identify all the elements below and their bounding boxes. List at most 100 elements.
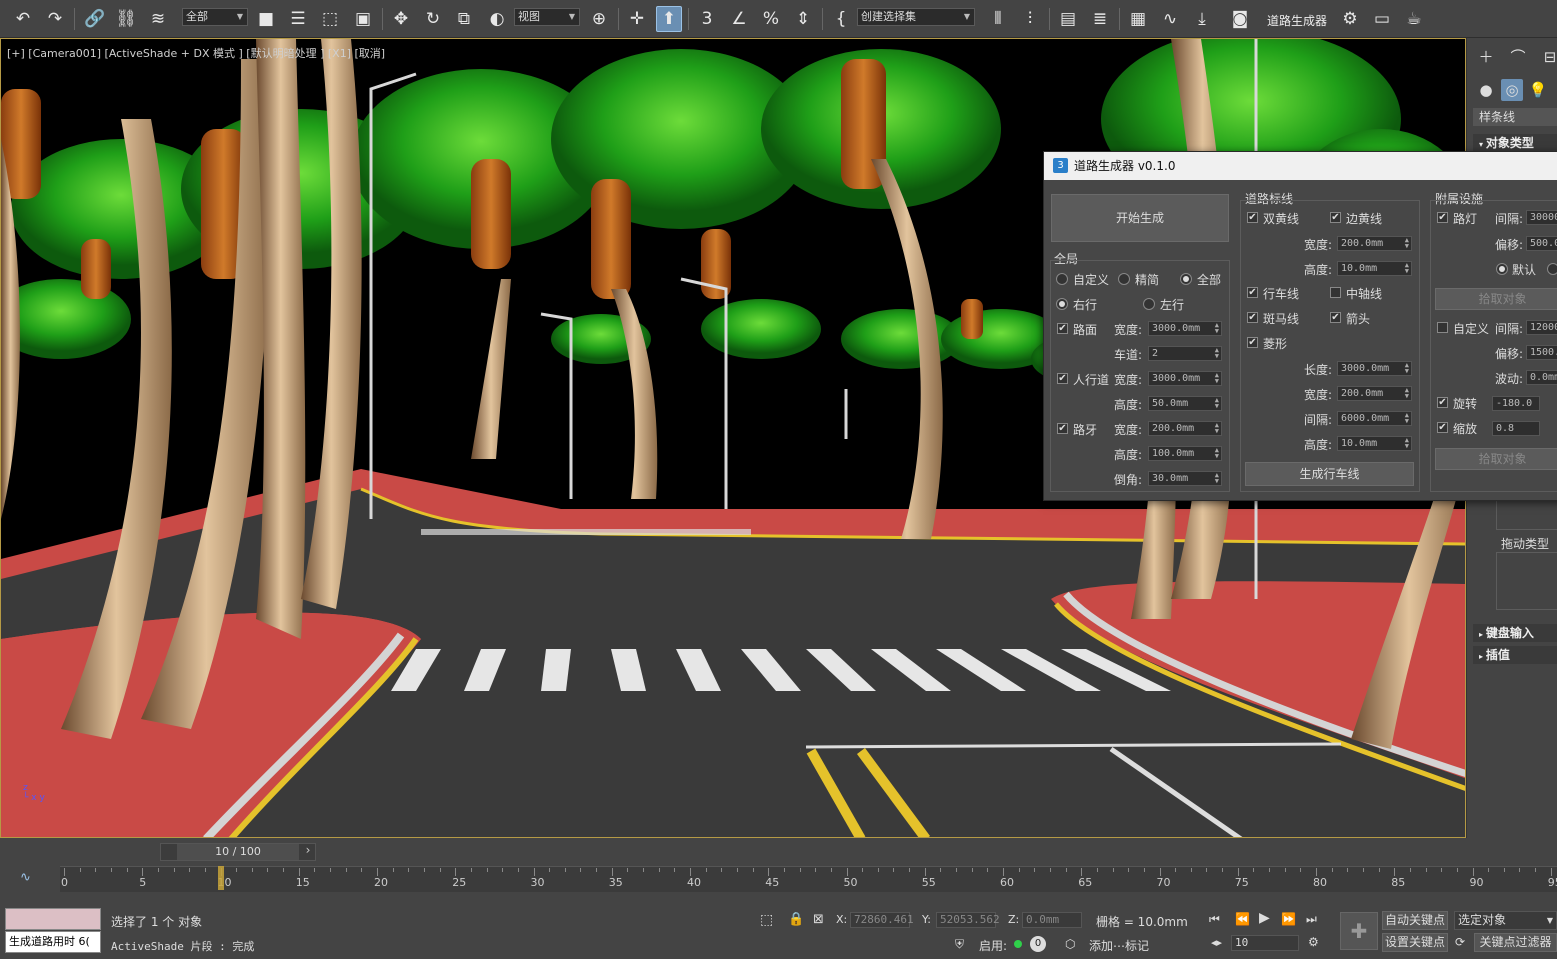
go-to-end-icon[interactable]: ⏭	[1306, 912, 1317, 927]
spinner-arrows-icon[interactable]: ▲ ▼	[1405, 237, 1409, 250]
custom-facility-checkbox[interactable]	[1437, 322, 1448, 333]
radio-default-light[interactable]	[1496, 263, 1508, 275]
rollout-keyboard-input[interactable]: ▸ 键盘输入	[1473, 624, 1557, 642]
next-frame-icon[interactable]: ⏩	[1281, 912, 1296, 926]
lanes-spinner[interactable]: 2 ▲ ▼	[1148, 346, 1222, 361]
category-dropdown[interactable]: 样条线	[1473, 108, 1557, 126]
time-tag-icon[interactable]: ⬡	[1065, 937, 1075, 951]
time-configuration-icon[interactable]: ⚙	[1308, 935, 1319, 949]
curve-editor-icon[interactable]: ∿	[1157, 6, 1183, 32]
spinner-arrows-icon[interactable]: ▲ ▼	[1215, 347, 1219, 360]
align-icon[interactable]: ⫶	[1017, 6, 1043, 32]
snap-toggle-icon[interactable]: 3	[694, 6, 720, 32]
isolate-selection-icon[interactable]: ⬚	[760, 912, 773, 928]
spinner-arrows-icon[interactable]: ▲ ▼	[1405, 262, 1409, 275]
material-editor-icon[interactable]: ◙	[1227, 6, 1253, 32]
spinner-arrows-icon[interactable]: ▲ ▼	[1215, 397, 1219, 410]
center-axis-checkbox[interactable]	[1330, 287, 1341, 298]
spinner-arrows-icon[interactable]: ▲ ▼	[1215, 322, 1219, 335]
schematic-view-icon[interactable]: ⤓	[1189, 6, 1215, 32]
sidewalk-width-spinner[interactable]: 3000.0mm ▲ ▼	[1148, 371, 1222, 386]
unlink-icon[interactable]: ⛓	[113, 6, 139, 32]
edge-yellow-checkbox[interactable]: ✔	[1330, 212, 1341, 223]
arrow-checkbox[interactable]: ✔	[1330, 312, 1341, 323]
streetlight-offset-spinner[interactable]: 500.0	[1526, 236, 1557, 251]
rotate-checkbox[interactable]: ✔	[1437, 397, 1448, 408]
spinner-arrows-icon[interactable]: ▲ ▼	[1215, 447, 1219, 460]
lane-line-checkbox[interactable]: ✔	[1247, 287, 1258, 298]
marking-height-spinner[interactable]: 10.0mm ▲ ▼	[1337, 261, 1412, 276]
pick-object-button[interactable]: 拾取对象	[1435, 288, 1557, 310]
spinner-arrows-icon[interactable]: ▲ ▼	[1215, 472, 1219, 485]
curb-height-spinner[interactable]: 100.0mm ▲ ▼	[1148, 446, 1222, 461]
road-width-spinner[interactable]: 3000.0mm ▲ ▼	[1148, 321, 1222, 336]
radio-right-hand[interactable]	[1056, 298, 1068, 310]
modify-tab-icon[interactable]: ⌒	[1507, 46, 1529, 68]
radio-all[interactable]	[1180, 273, 1192, 285]
angle-snap-icon[interactable]: ∠	[726, 6, 752, 32]
dialog-title-bar[interactable]: 3 道路生成器 v0.1.0	[1044, 152, 1557, 180]
absolute-mode-icon[interactable]: ⊠	[813, 912, 824, 927]
sidewalk-checkbox[interactable]: ✔	[1057, 373, 1068, 384]
key-mode-icon[interactable]: ◂▸	[1211, 936, 1222, 949]
key-filters-button[interactable]: 关键点过滤器	[1474, 933, 1557, 952]
diamond-gap-spinner[interactable]: 6000.0mm ▲ ▼	[1337, 411, 1412, 426]
scale-checkbox[interactable]: ✔	[1437, 422, 1448, 433]
lights-icon[interactable]: 💡	[1527, 79, 1549, 101]
move-icon[interactable]: ✥	[388, 6, 414, 32]
layer-explorer-icon[interactable]: ▤	[1055, 6, 1081, 32]
start-generate-button[interactable]: 开始生成	[1051, 194, 1229, 242]
bind-spacewarp-icon[interactable]: ≋	[145, 6, 171, 32]
rectangular-selection-icon[interactable]: ⬚	[317, 6, 343, 32]
rendered-frame-window-icon[interactable]: ▭	[1369, 6, 1395, 32]
key-target-dropdown[interactable]: 选定对象 ▼	[1454, 911, 1557, 930]
road-generator-script-label[interactable]: 道路生成器	[1267, 12, 1327, 29]
diamond-height-spinner[interactable]: 10.0mm ▲ ▼	[1337, 436, 1412, 451]
current-frame-field[interactable]: 10	[1231, 935, 1299, 951]
go-to-start-icon[interactable]: ⏮	[1209, 912, 1220, 927]
zero-toggle-icon[interactable]: 0	[1030, 936, 1046, 952]
hierarchy-tab-icon[interactable]: ⊟	[1539, 46, 1557, 68]
y-coord-field[interactable]: 52053.562	[936, 912, 1000, 928]
rotate-icon[interactable]: ↻	[420, 6, 446, 32]
mini-curve-editor-icon[interactable]: ∿	[20, 870, 31, 885]
scale-spinner[interactable]: 0.8	[1492, 421, 1540, 436]
link-icon[interactable]: 🔗	[82, 6, 108, 32]
x-coord-field[interactable]: 72860.461	[850, 912, 914, 928]
spinner-arrows-icon[interactable]: ▲ ▼	[1215, 422, 1219, 435]
create-tab-icon[interactable]: ＋	[1475, 46, 1497, 68]
spinner-arrows-icon[interactable]: ▲ ▼	[1215, 372, 1219, 385]
custom-spacing-spinner[interactable]: 12000	[1526, 320, 1557, 335]
maxscript-listener-pink[interactable]	[5, 908, 101, 930]
placement-icon[interactable]: ◐	[484, 6, 510, 32]
generate-lane-lines-button[interactable]: 生成行车线	[1245, 462, 1414, 486]
streetlight-checkbox[interactable]: ✔	[1437, 212, 1448, 223]
streetlight-spacing-spinner[interactable]: 30000	[1526, 210, 1557, 225]
curb-width-spinner[interactable]: 200.0mm ▲ ▼	[1148, 421, 1222, 436]
keyboard-shortcut-override-icon[interactable]: ⬆	[656, 6, 682, 32]
named-selection-set-dropdown[interactable]: 创建选择集 ▼	[857, 8, 975, 26]
maxscript-listener-white[interactable]: 生成道路用时 6(	[5, 931, 101, 953]
percent-snap-icon[interactable]: %	[758, 6, 784, 32]
add-time-tag[interactable]: 添加⋯标记	[1089, 937, 1149, 954]
play-icon[interactable]: ▶	[1259, 910, 1270, 926]
select-object-icon[interactable]: ■	[253, 6, 279, 32]
redo-icon[interactable]: ↷	[42, 6, 68, 32]
selection-filter-dropdown[interactable]: 全部 ▼	[182, 8, 248, 26]
rollout-object-type[interactable]: ▾ 对象类型	[1473, 134, 1557, 152]
layers-icon[interactable]: ≣	[1087, 6, 1113, 32]
shapes-icon[interactable]: ◎	[1501, 79, 1523, 101]
previous-frame-icon[interactable]: ⏪	[1235, 912, 1250, 926]
radio-left-hand[interactable]	[1143, 298, 1155, 310]
set-key-big-icon[interactable]: ✚	[1340, 912, 1378, 950]
lock-icon[interactable]: 🔒	[788, 912, 804, 927]
spinner-arrows-icon[interactable]: ▲ ▼	[1405, 412, 1409, 425]
radio-custom[interactable]	[1056, 273, 1068, 285]
next-frame-arrow-icon[interactable]: ›	[300, 843, 316, 861]
auto-key-button[interactable]: 自动关键点	[1382, 911, 1448, 930]
wave-spinner[interactable]: 0.0mm	[1526, 370, 1557, 385]
time-slider[interactable]: 10 / 100	[160, 843, 316, 861]
curb-chamfer-spinner[interactable]: 30.0mm ▲ ▼	[1148, 471, 1222, 486]
edit-named-selection-icon[interactable]: {	[828, 6, 854, 32]
radio-simple[interactable]	[1118, 273, 1130, 285]
